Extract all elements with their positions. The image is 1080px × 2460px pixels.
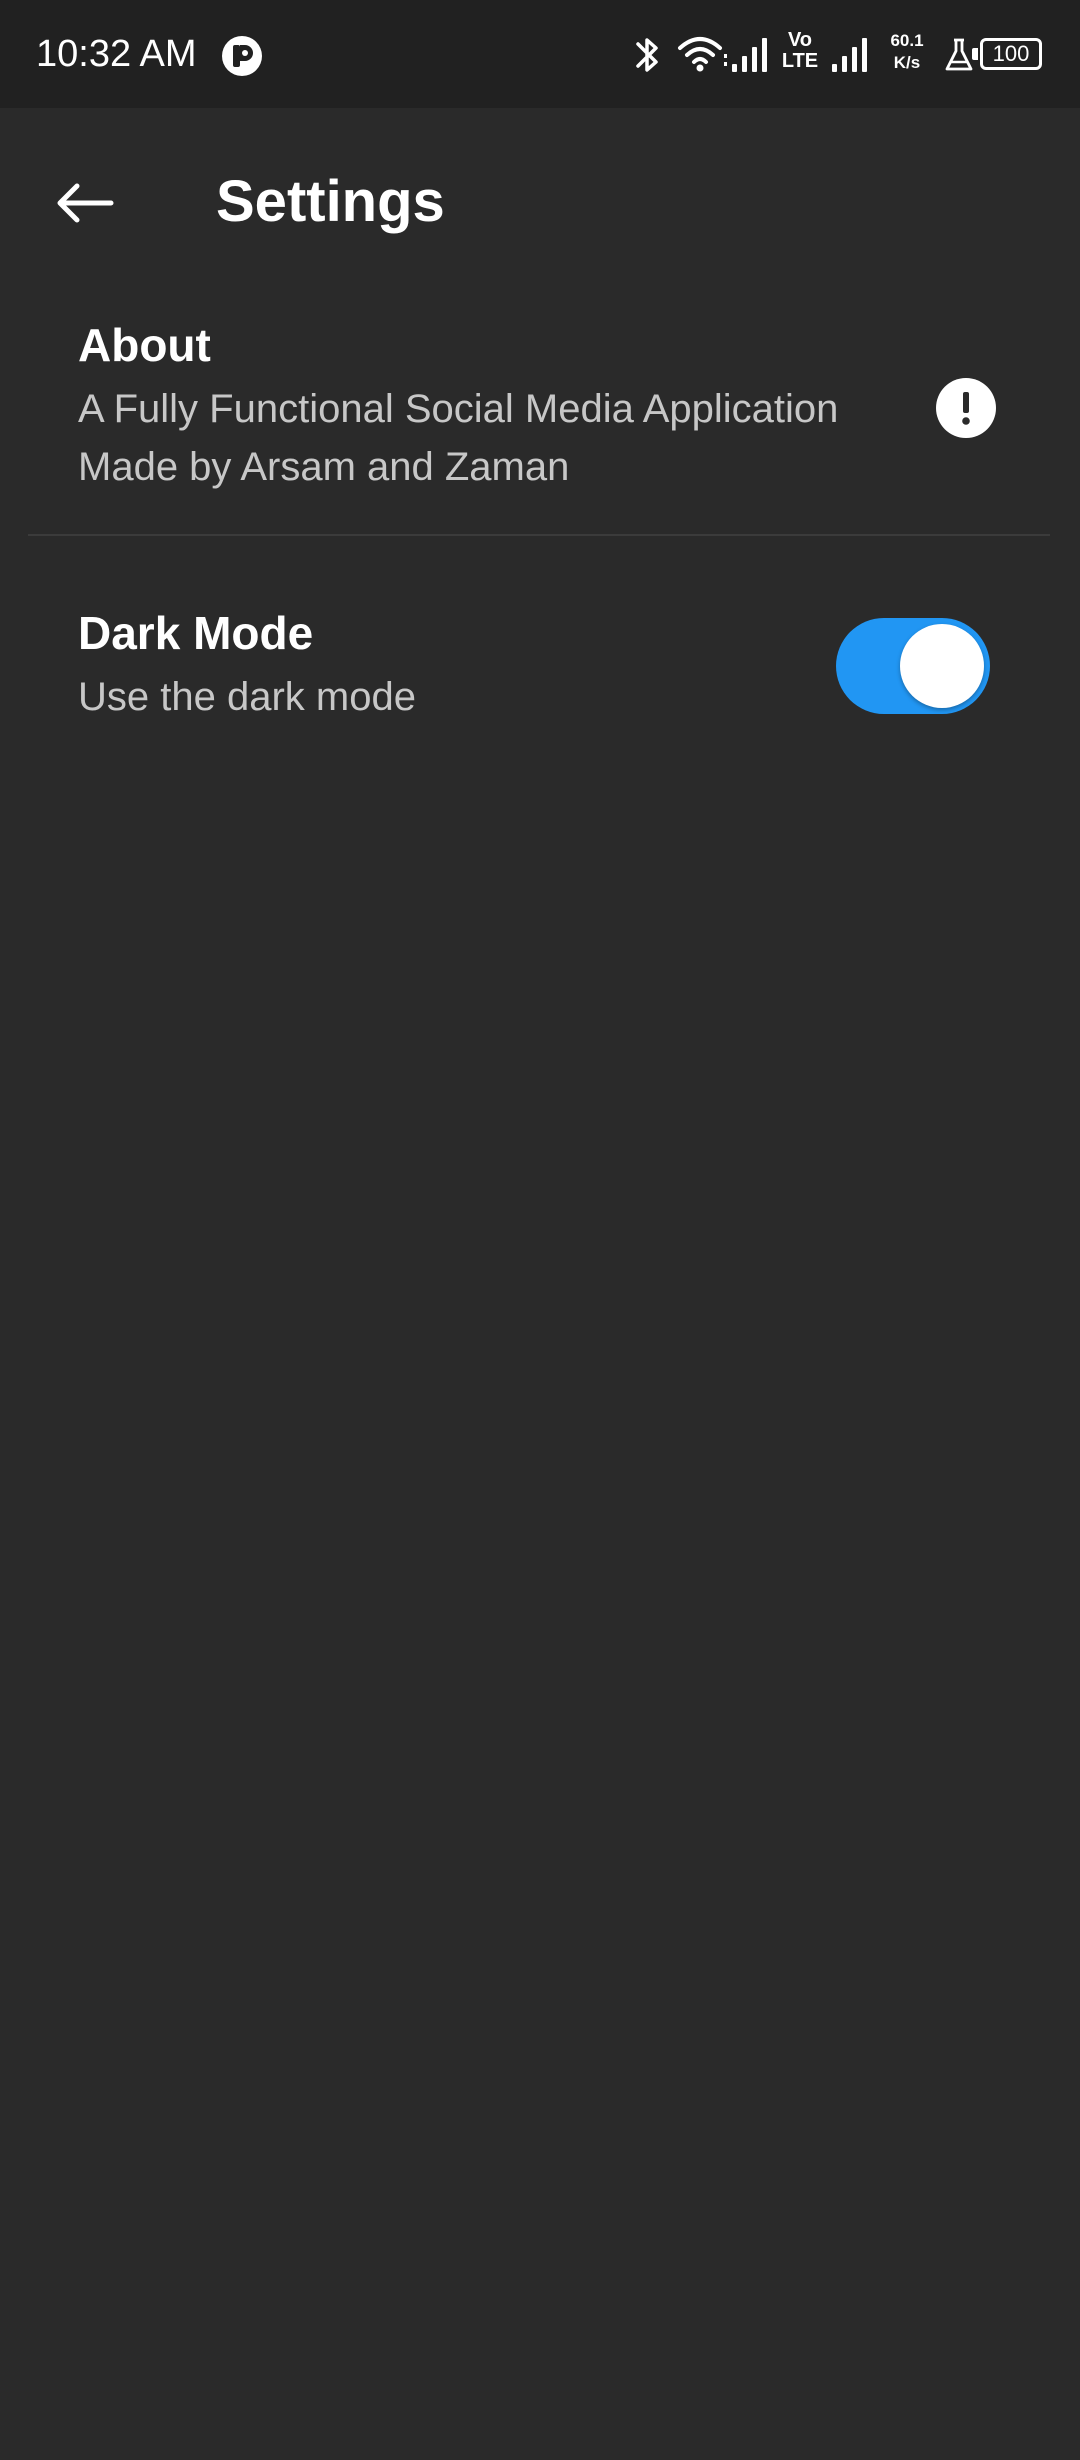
dark-mode-title: Dark Mode — [78, 607, 314, 659]
network-speed: 60.1 K/s — [884, 30, 930, 82]
divider — [28, 534, 1050, 536]
volte-line2: LTE — [781, 50, 819, 72]
signal-icon — [832, 38, 867, 72]
app-notification-icon — [222, 36, 262, 76]
network-speed-unit: K/s — [893, 53, 921, 72]
network-speed-value: 60.1 — [890, 31, 924, 50]
info-exclamation-icon[interactable] — [936, 378, 996, 438]
battery-icon: 100 — [980, 38, 1042, 70]
volte-line1: Vo — [787, 29, 813, 51]
status-bar: 10:32 AM Vo LTE 60.1 K/s 100 — [0, 0, 1080, 108]
app-bar: Settings — [0, 108, 1080, 276]
about-title: About — [78, 319, 211, 371]
back-button[interactable] — [40, 158, 130, 248]
about-subtitle: A Fully Functional Social Media Applicat… — [78, 387, 839, 489]
settings-item-about[interactable]: About A Fully Functional Social Media Ap… — [0, 300, 1080, 534]
volte-indicator: Vo LTE — [780, 30, 820, 82]
wifi-icon — [678, 37, 727, 72]
dark-mode-toggle[interactable] — [836, 618, 990, 714]
signal-icon — [732, 38, 767, 72]
settings-item-dark-mode[interactable]: Dark Mode Use the dark mode — [0, 590, 1080, 750]
status-time: 10:32 AM — [36, 33, 197, 75]
bluetooth-icon — [636, 38, 658, 72]
page-title: Settings — [216, 169, 445, 234]
dark-mode-subtitle: Use the dark mode — [78, 675, 416, 719]
flask-icon — [945, 38, 973, 71]
battery-tip — [972, 48, 978, 60]
toggle-knob — [900, 624, 984, 708]
arrow-left-icon — [57, 183, 114, 223]
